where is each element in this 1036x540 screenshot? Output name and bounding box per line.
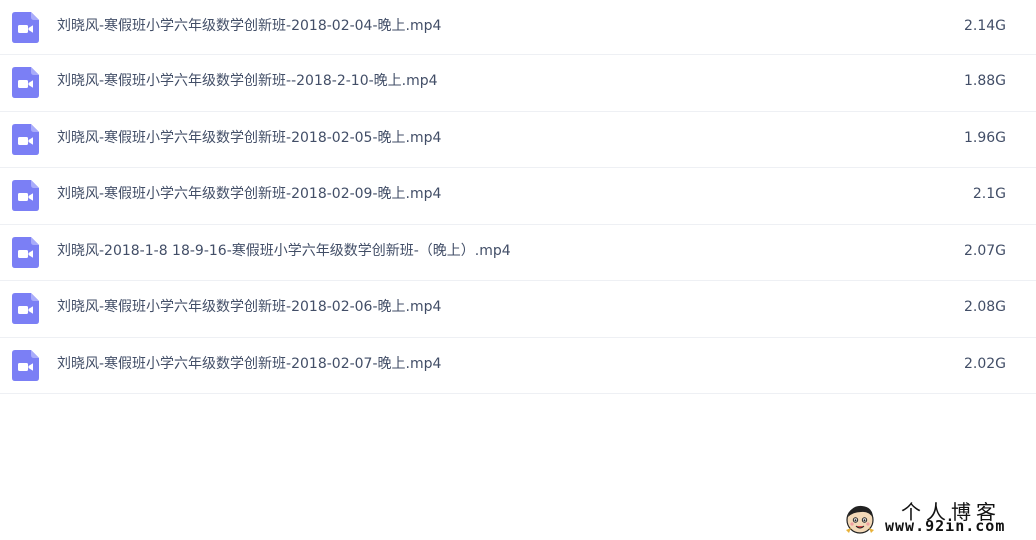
file-size: 2.14G	[963, 18, 1006, 34]
file-name: 刘晓风-寒假班小学六年级数学创新班-2018-02-07-晚上.mp4	[57, 355, 442, 372]
file-size: 1.88G	[963, 73, 1006, 89]
file-name: 刘晓风-寒假班小学六年级数学创新班--2018-2-10-晚上.mp4	[57, 73, 438, 89]
video-file-icon	[12, 123, 39, 155]
file-name: 刘晓风-寒假班小学六年级数学创新班-2018-02-06-晚上.mp4	[57, 299, 442, 315]
file-row[interactable]: 刘晓风-2018-1-8 18-9-16-寒假班小学六年级数学创新班-（晚上）.…	[0, 225, 1036, 281]
file-list: 刘晓风-寒假班小学六年级数学创新班-2018-02-04-晚上.mp4 2.14…	[0, 0, 1036, 394]
watermark-url: www.92in.com	[885, 517, 1006, 535]
video-file-icon	[12, 293, 39, 324]
video-file-icon	[12, 236, 39, 268]
file-name: 刘晓风-2018-1-8 18-9-16-寒假班小学六年级数学创新班-（晚上）.…	[57, 242, 511, 259]
file-size: 1.96G	[963, 129, 1006, 146]
file-row[interactable]: 刘晓风-寒假班小学六年级数学创新班-2018-02-09-晚上.mp4 2.1G	[0, 168, 1036, 225]
file-name: 刘晓风-寒假班小学六年级数学创新班-2018-02-04-晚上.mp4	[57, 18, 442, 34]
mascot-icon	[843, 502, 877, 536]
file-row[interactable]: 刘晓风-寒假班小学六年级数学创新班-2018-02-06-晚上.mp4 2.08…	[0, 281, 1036, 338]
video-file-icon	[12, 12, 39, 43]
file-row[interactable]: 刘晓风-寒假班小学六年级数学创新班-2018-02-04-晚上.mp4 2.14…	[0, 0, 1036, 55]
file-size: 2.08G	[963, 299, 1006, 315]
file-size: 2.02G	[963, 355, 1006, 372]
file-size: 2.07G	[963, 242, 1006, 259]
video-file-icon	[12, 67, 39, 98]
blog-watermark: 个人博客 www.92in.com	[843, 496, 1033, 538]
file-row[interactable]: 刘晓风-寒假班小学六年级数学创新班-2018-02-07-晚上.mp4 2.02…	[0, 338, 1036, 394]
file-name: 刘晓风-寒假班小学六年级数学创新班-2018-02-09-晚上.mp4	[57, 186, 442, 202]
file-row[interactable]: 刘晓风-寒假班小学六年级数学创新班-2018-02-05-晚上.mp4 1.96…	[0, 112, 1036, 168]
file-row[interactable]: 刘晓风-寒假班小学六年级数学创新班--2018-2-10-晚上.mp4 1.88…	[0, 55, 1036, 112]
file-list-page: 刘晓风-寒假班小学六年级数学创新班-2018-02-04-晚上.mp4 2.14…	[0, 0, 1036, 540]
file-size: 2.1G	[972, 186, 1006, 202]
video-file-icon	[12, 349, 39, 381]
file-name: 刘晓风-寒假班小学六年级数学创新班-2018-02-05-晚上.mp4	[57, 129, 442, 146]
video-file-icon	[12, 180, 39, 211]
